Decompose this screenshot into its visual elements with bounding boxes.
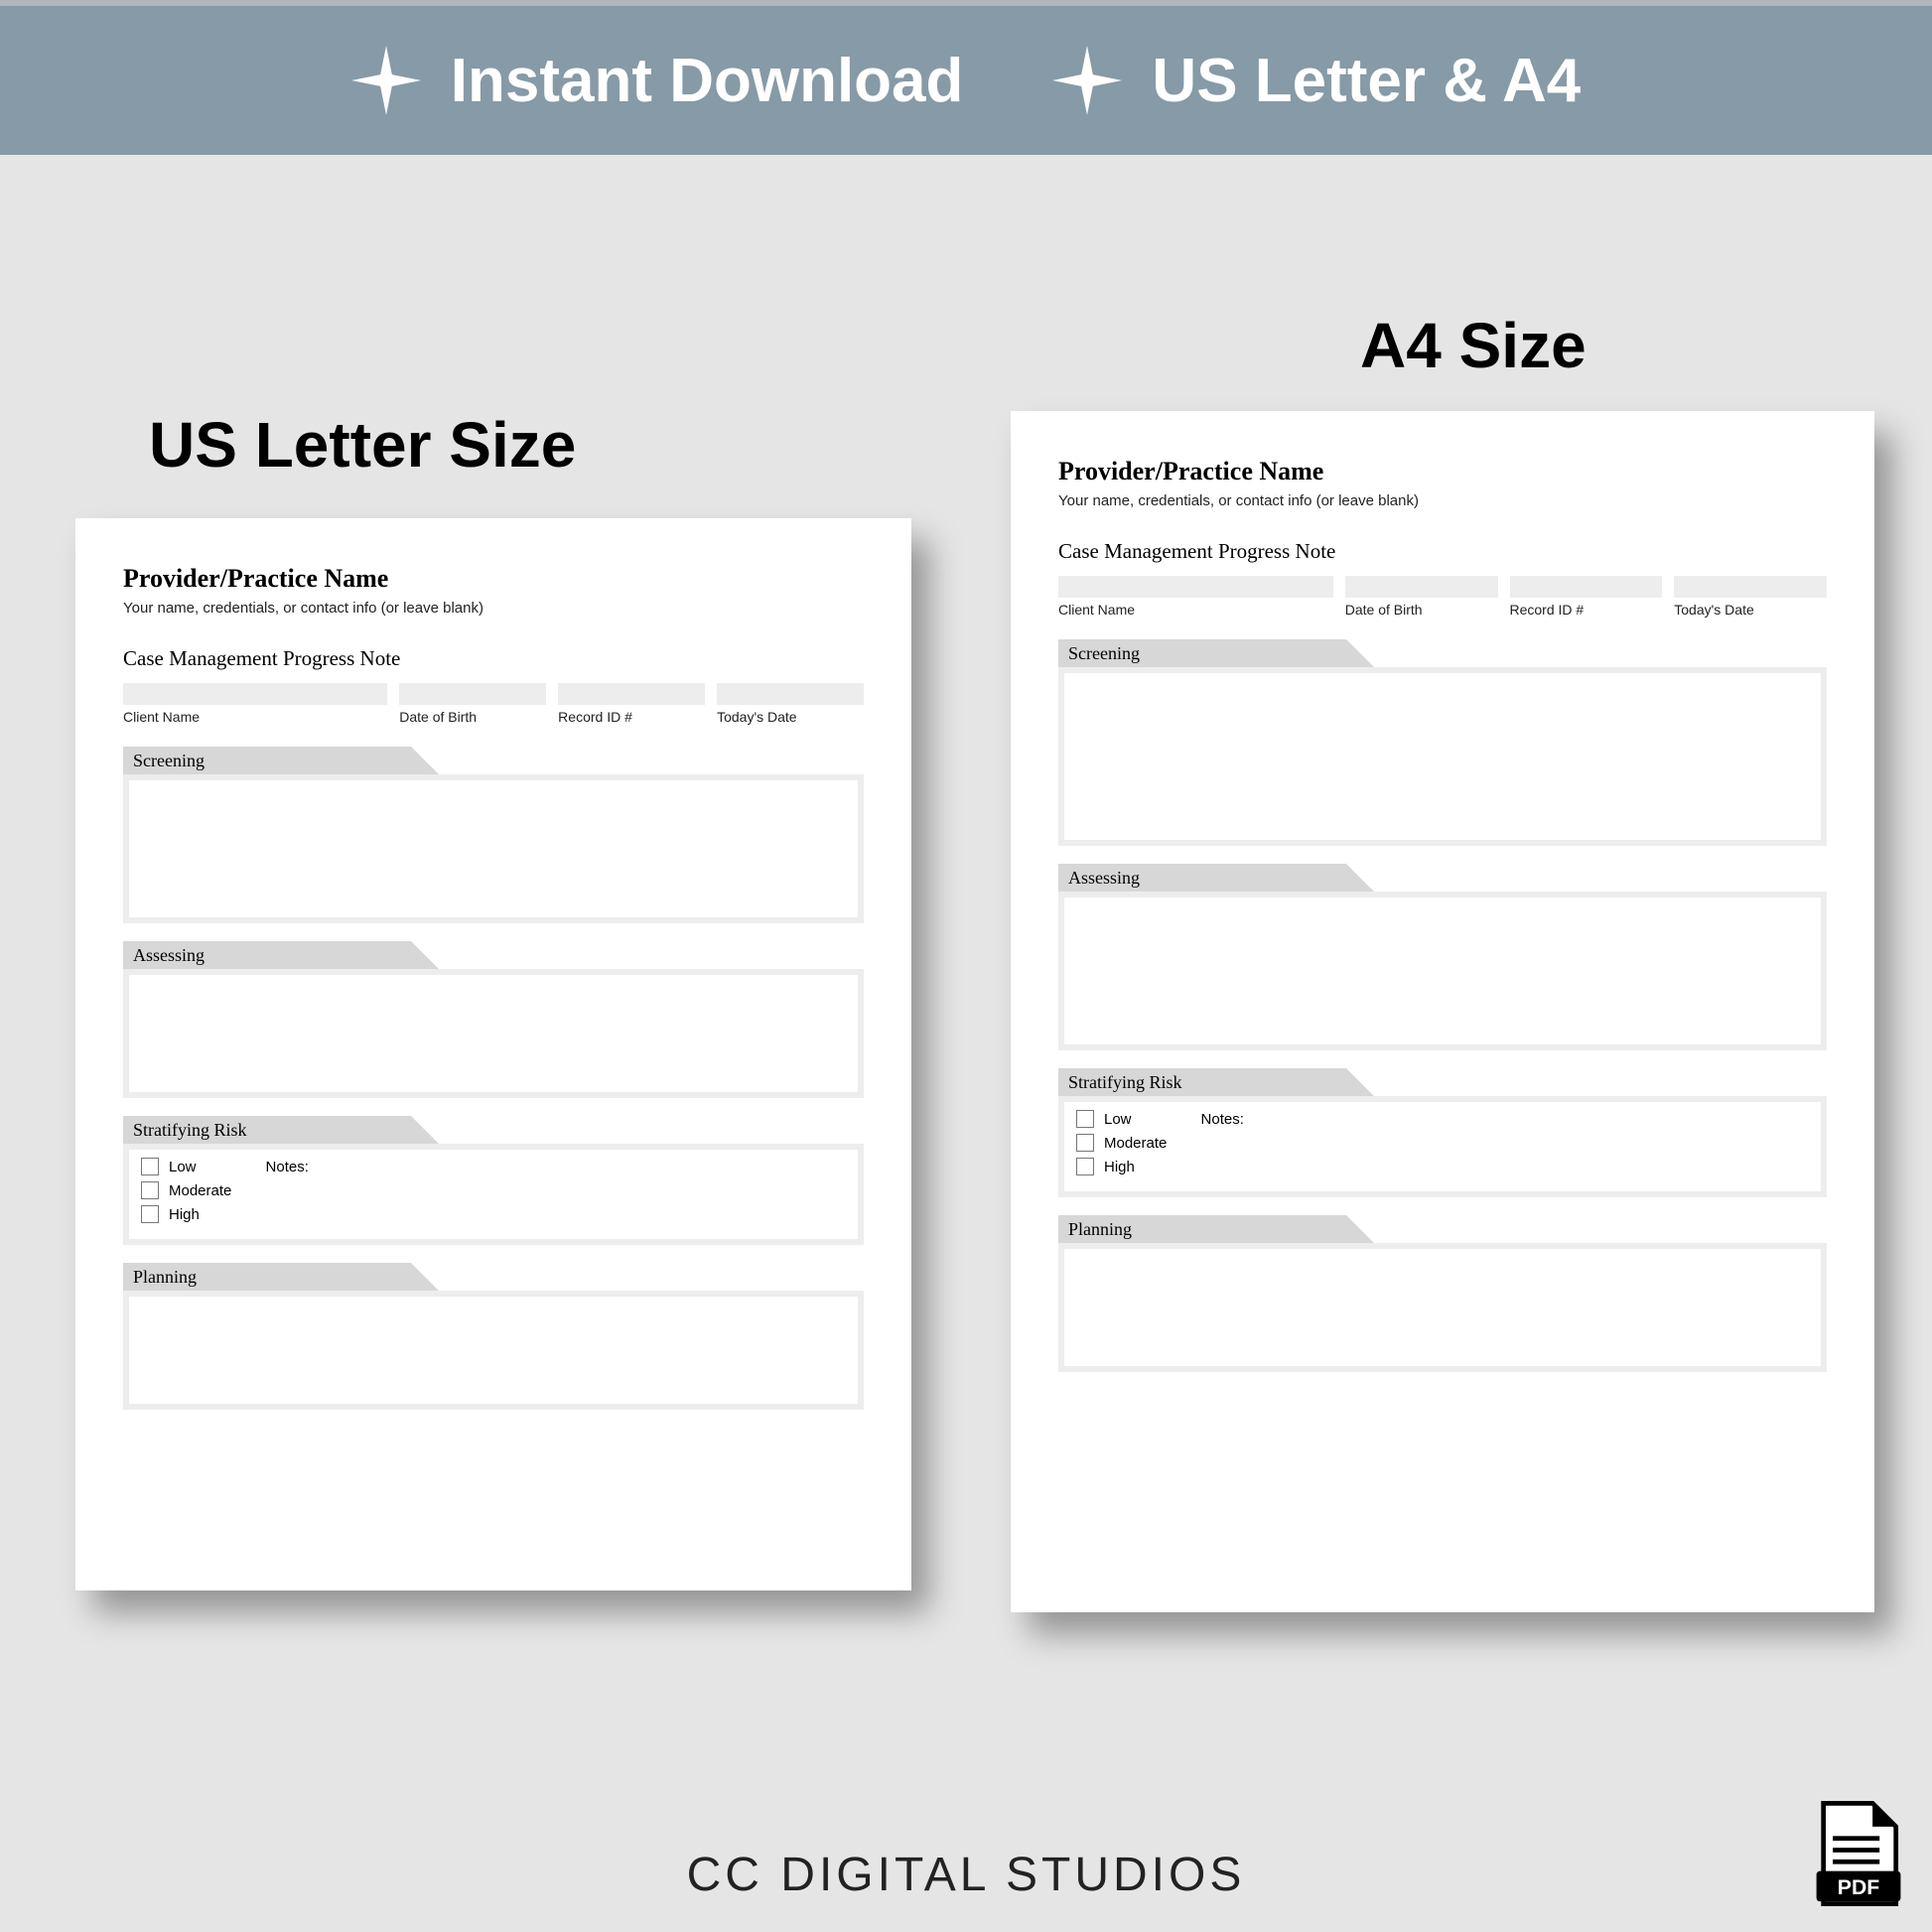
promo-banner: Instant Download US Letter & A4	[0, 0, 1932, 155]
input-record-id[interactable]	[1510, 576, 1663, 598]
risk-label-low: Low	[169, 1159, 197, 1175]
checkbox-low[interactable]	[141, 1158, 159, 1175]
page-us-letter: Provider/Practice Name Your name, creden…	[75, 518, 911, 1590]
textarea-assessing[interactable]	[123, 969, 864, 1098]
checkbox-moderate[interactable]	[141, 1181, 159, 1199]
tab-assessing: Assessing	[1058, 864, 1346, 892]
checkbox-low[interactable]	[1076, 1110, 1094, 1128]
tab-assessing: Assessing	[123, 941, 411, 969]
client-info-row: Client Name Date of Birth Record ID # To…	[123, 683, 864, 725]
preview-stage: US Letter Size A4 Size Provider/Practice…	[0, 155, 1932, 1932]
input-client-name[interactable]	[1058, 576, 1333, 598]
input-record-id[interactable]	[558, 683, 705, 705]
risk-body: Low Notes: Moderate High	[1058, 1096, 1827, 1197]
field-todays-date: Today's Date	[717, 683, 864, 725]
risk-row-high: High	[1076, 1158, 1809, 1175]
banner-item-download: Instant Download	[351, 46, 964, 116]
tab-risk: Stratifying Risk	[1058, 1068, 1346, 1096]
checkbox-high[interactable]	[141, 1205, 159, 1223]
checkbox-moderate[interactable]	[1076, 1134, 1094, 1152]
risk-notes-label: Notes:	[1201, 1111, 1244, 1128]
input-client-name[interactable]	[123, 683, 387, 705]
svg-text:PDF: PDF	[1838, 1876, 1879, 1899]
tab-planning: Planning	[123, 1263, 411, 1291]
risk-row-high: High	[141, 1205, 846, 1223]
risk-notes-label: Notes:	[266, 1159, 309, 1175]
risk-row-moderate: Moderate	[1076, 1134, 1809, 1152]
section-risk: Stratifying Risk Low Notes: Moderate Hig…	[1058, 1068, 1827, 1197]
textarea-screening[interactable]	[1058, 667, 1827, 846]
label-client-name: Client Name	[1058, 602, 1333, 618]
field-todays-date: Today's Date	[1674, 576, 1827, 618]
input-todays-date[interactable]	[1674, 576, 1827, 598]
field-record-id: Record ID #	[558, 683, 705, 725]
field-record-id: Record ID #	[1510, 576, 1663, 618]
section-screening: Screening	[1058, 639, 1827, 846]
field-client-name: Client Name	[123, 683, 387, 725]
brand-footer: CC DIGITAL STUDIOS	[0, 1848, 1932, 1902]
section-assessing: Assessing	[1058, 864, 1827, 1050]
form-title: Case Management Progress Note	[123, 646, 864, 671]
tab-screening: Screening	[123, 747, 411, 774]
risk-body: Low Notes: Moderate High	[123, 1144, 864, 1245]
label-todays-date: Today's Date	[717, 709, 864, 725]
textarea-planning[interactable]	[1058, 1243, 1827, 1372]
input-dob[interactable]	[1345, 576, 1498, 598]
risk-row-moderate: Moderate	[141, 1181, 846, 1199]
banner-text-sizes: US Letter & A4	[1152, 46, 1581, 116]
textarea-assessing[interactable]	[1058, 892, 1827, 1050]
form-title: Case Management Progress Note	[1058, 539, 1827, 564]
pdf-badge-icon: PDF	[1811, 1801, 1906, 1906]
tab-risk: Stratifying Risk	[123, 1116, 411, 1144]
risk-row-low: Low Notes:	[141, 1158, 846, 1175]
tab-planning: Planning	[1058, 1215, 1346, 1243]
section-assessing: Assessing	[123, 941, 864, 1098]
risk-label-high: High	[169, 1206, 200, 1223]
label-client-name: Client Name	[123, 709, 387, 725]
provider-subtitle: Your name, credentials, or contact info …	[1058, 492, 1827, 509]
label-record-id: Record ID #	[558, 709, 705, 725]
sparkle-icon	[351, 46, 421, 115]
risk-label-moderate: Moderate	[169, 1182, 231, 1199]
page-a4: Provider/Practice Name Your name, creden…	[1011, 411, 1874, 1612]
label-dob: Date of Birth	[1345, 602, 1498, 618]
risk-label-moderate: Moderate	[1104, 1135, 1167, 1152]
label-record-id: Record ID #	[1510, 602, 1663, 618]
provider-subtitle: Your name, credentials, or contact info …	[123, 600, 864, 617]
label-us-letter: US Letter Size	[149, 408, 576, 482]
section-planning: Planning	[123, 1263, 864, 1410]
provider-name: Provider/Practice Name	[123, 564, 864, 594]
risk-label-low: Low	[1104, 1111, 1132, 1128]
label-a4: A4 Size	[1360, 309, 1587, 382]
textarea-screening[interactable]	[123, 774, 864, 923]
risk-label-high: High	[1104, 1159, 1135, 1175]
section-screening: Screening	[123, 747, 864, 923]
banner-item-sizes: US Letter & A4	[1052, 46, 1581, 116]
client-info-row: Client Name Date of Birth Record ID # To…	[1058, 576, 1827, 618]
label-todays-date: Today's Date	[1674, 602, 1827, 618]
section-planning: Planning	[1058, 1215, 1827, 1372]
sparkle-icon	[1052, 46, 1122, 115]
field-dob: Date of Birth	[1345, 576, 1498, 618]
field-client-name: Client Name	[1058, 576, 1333, 618]
section-risk: Stratifying Risk Low Notes: Moderate Hig…	[123, 1116, 864, 1245]
checkbox-high[interactable]	[1076, 1158, 1094, 1175]
risk-row-low: Low Notes:	[1076, 1110, 1809, 1128]
input-dob[interactable]	[399, 683, 546, 705]
tab-screening: Screening	[1058, 639, 1346, 667]
textarea-planning[interactable]	[123, 1291, 864, 1410]
banner-text-download: Instant Download	[451, 46, 964, 116]
provider-name: Provider/Practice Name	[1058, 457, 1827, 486]
field-dob: Date of Birth	[399, 683, 546, 725]
label-dob: Date of Birth	[399, 709, 546, 725]
input-todays-date[interactable]	[717, 683, 864, 705]
